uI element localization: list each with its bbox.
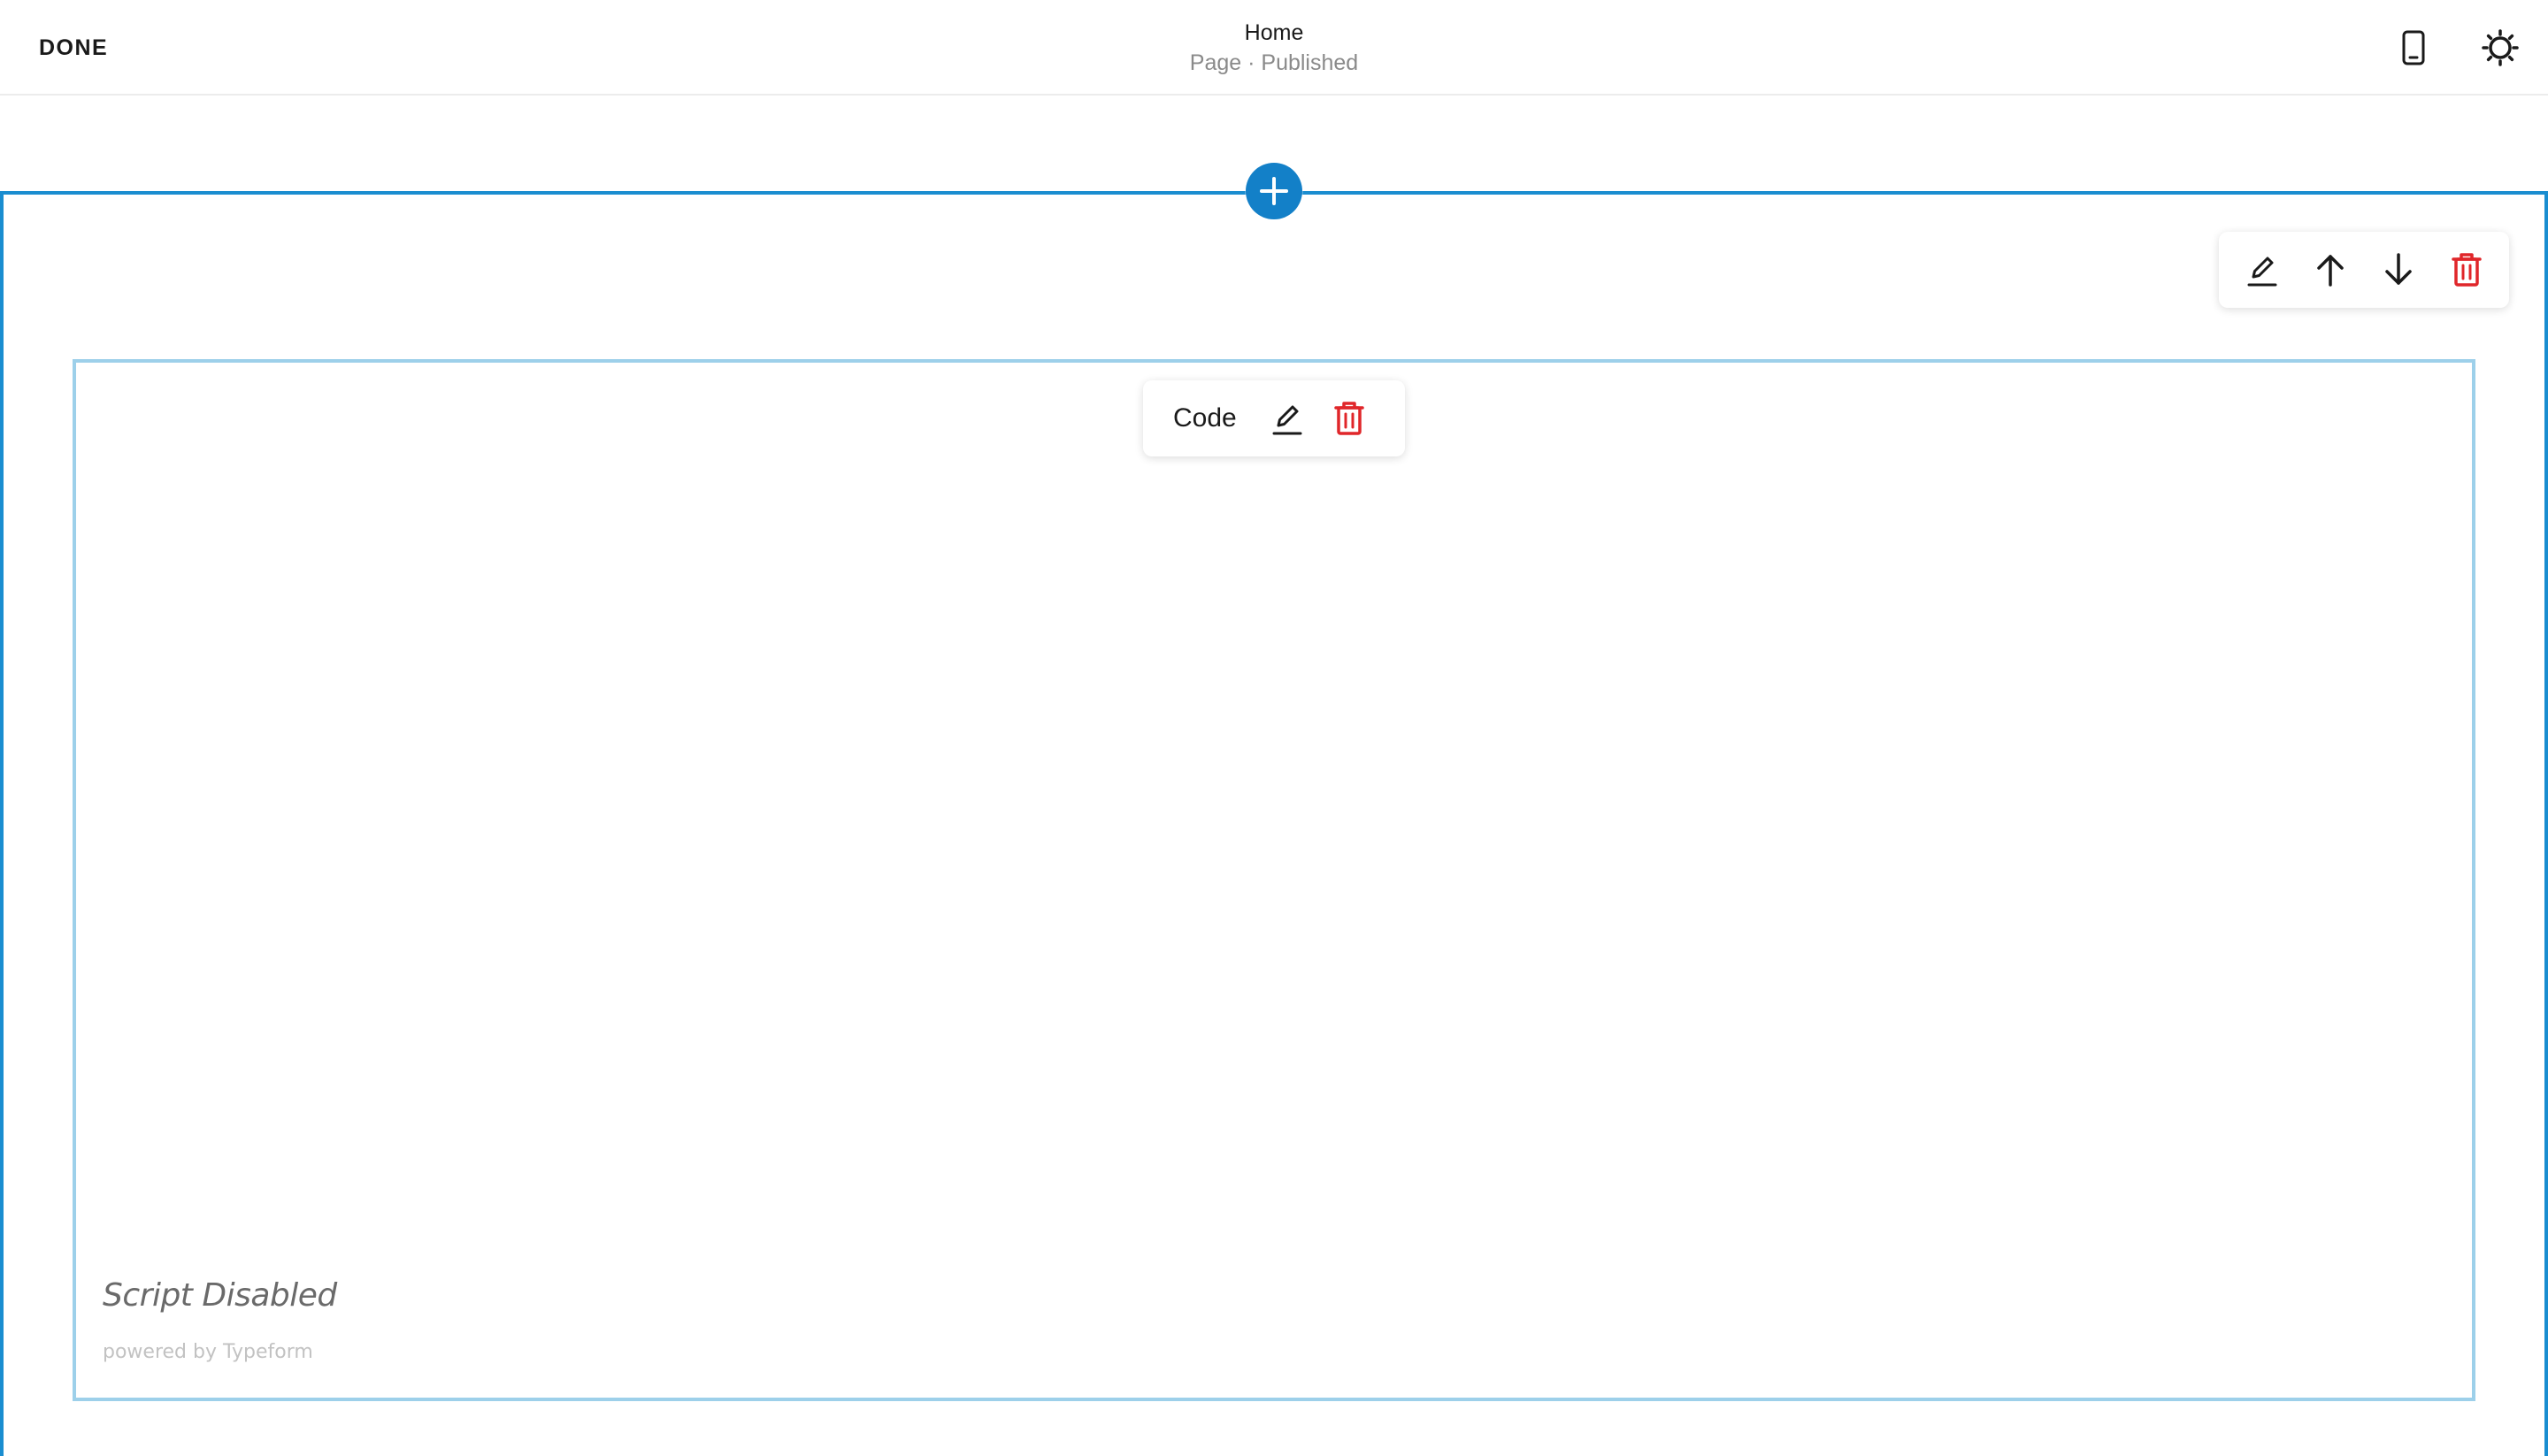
- trash-icon: [1333, 402, 1364, 435]
- powered-by-text: powered by Typeform: [103, 1341, 313, 1363]
- delete-block-button[interactable]: [1318, 390, 1380, 447]
- arrow-up-icon: [2316, 255, 2344, 287]
- plus-icon: [1260, 177, 1288, 205]
- block-type-label: Code: [1173, 403, 1237, 433]
- add-section-button[interactable]: [1246, 163, 1302, 219]
- pencil-icon: [2247, 257, 2276, 287]
- delete-section-button[interactable]: [2438, 241, 2495, 298]
- top-bar: DONE Home Page · Published: [0, 0, 2548, 96]
- arrow-down-icon: [2384, 253, 2412, 285]
- site-styles-button[interactable]: [2475, 23, 2525, 73]
- script-disabled-text: Script Disabled: [103, 1277, 337, 1314]
- pencil-icon: [1272, 405, 1302, 435]
- mobile-view-button[interactable]: [2389, 23, 2438, 73]
- edit-section-button[interactable]: [2234, 241, 2291, 298]
- page-title: Home: [1244, 20, 1304, 45]
- move-section-down-button[interactable]: [2370, 241, 2427, 298]
- edit-block-button[interactable]: [1256, 390, 1318, 447]
- mobile-phone-icon: [2402, 30, 2425, 65]
- done-button[interactable]: DONE: [39, 30, 108, 65]
- page-status: Page · Published: [1189, 50, 1359, 75]
- sun-icon: [2482, 29, 2519, 66]
- page-info: Home Page · Published: [1097, 18, 1451, 78]
- block-toolbar: Code: [1143, 380, 1405, 456]
- trash-icon: [2451, 253, 2482, 287]
- section-toolbar: [2219, 232, 2509, 308]
- code-block[interactable]: [73, 359, 2475, 1401]
- move-section-up-button[interactable]: [2302, 241, 2359, 298]
